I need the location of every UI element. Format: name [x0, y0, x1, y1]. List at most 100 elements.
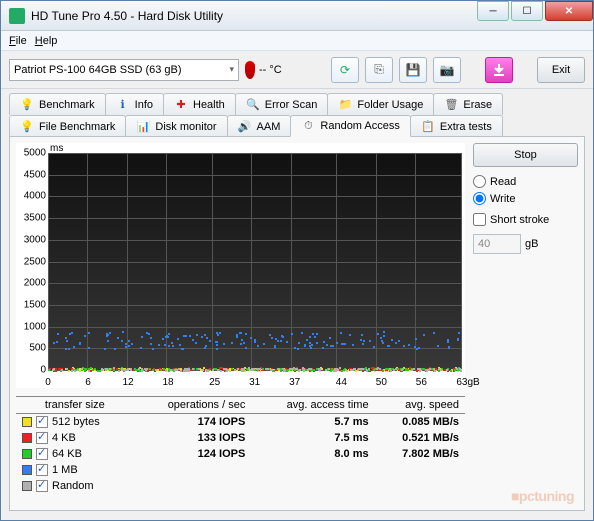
chart-xtick: 44 [336, 377, 347, 388]
screenshot-button[interactable]: 📷 [433, 57, 461, 83]
series-checkbox[interactable] [36, 480, 48, 492]
save-button[interactable]: 💾 [399, 57, 427, 83]
tab-aam[interactable]: 🔊 AAM [227, 115, 292, 137]
chart-xtick: 63gB [456, 377, 479, 388]
tab-disk-monitor[interactable]: 📊 Disk monitor [125, 115, 227, 137]
short-stroke-input[interactable] [473, 234, 521, 254]
drive-select[interactable]: Patriot PS-100 64GB SSD (63 gB) [9, 59, 239, 81]
tab-label: Error Scan [265, 99, 318, 111]
chart-ytick: 2000 [24, 278, 46, 289]
disk-monitor-icon: 📊 [136, 120, 150, 134]
tab-label: Benchmark [39, 99, 95, 111]
series-checkbox[interactable] [36, 432, 48, 444]
chart-ytick: 4500 [24, 169, 46, 180]
error-scan-icon: 🔍 [246, 98, 260, 112]
exit-button[interactable]: Exit [537, 57, 585, 83]
short-stroke-checkbox[interactable]: Short stroke [473, 213, 578, 226]
toolbar: Patriot PS-100 64GB SSD (63 gB) -- °C ⟳ … [1, 51, 593, 89]
results-row: Random [16, 478, 465, 494]
tab-label: Folder Usage [357, 99, 423, 111]
folder-usage-icon: 📁 [338, 98, 352, 112]
tab-random-access[interactable]: ⏱ Random Access [290, 115, 410, 137]
aam-icon: 🔊 [238, 120, 252, 134]
tab-info[interactable]: ℹ Info [105, 93, 164, 115]
tab-label: File Benchmark [39, 121, 115, 133]
tab-label: AAM [257, 121, 281, 133]
chart-ytick: 1000 [24, 321, 46, 332]
menu-file[interactable]: File [9, 35, 27, 47]
chart-xtick: 31 [249, 377, 260, 388]
chart-ytick: 500 [29, 343, 46, 354]
titlebar: HD Tune Pro 4.50 - Hard Disk Utility [1, 1, 593, 31]
series-checkbox[interactable] [36, 416, 48, 428]
tab-label: Health [193, 99, 225, 111]
results-table: transfer sizeoperations / secavg. access… [16, 396, 465, 494]
tab-erase[interactable]: 🗑 Erase [433, 93, 503, 115]
chart-xtick: 37 [289, 377, 300, 388]
results-header: operations / sec [134, 397, 252, 414]
tab-label: Random Access [320, 120, 399, 132]
results-header: avg. access time [251, 397, 374, 414]
tab-health[interactable]: ✚ Health [163, 93, 236, 115]
download-button[interactable] [485, 57, 513, 83]
chart-ytick: 3500 [24, 213, 46, 224]
tab-label: Info [135, 99, 153, 111]
tab-folder-usage[interactable]: 📁 Folder Usage [327, 93, 434, 115]
tab-label: Erase [463, 99, 492, 111]
tabs: 💡 Benchmark ℹ Info ✚ Health 🔍 Error Scan 📁 Folder… [1, 89, 593, 137]
health-icon: ✚ [174, 98, 188, 112]
chart-ytick: 5000 [24, 148, 46, 159]
chart-xtick: 18 [162, 377, 173, 388]
refresh-button[interactable]: ⟳ [331, 57, 359, 83]
chart-xtick: 0 [45, 377, 51, 388]
side-panel: Stop Read Write Short stroke gB [473, 143, 578, 504]
temperature-value: -- °C [259, 64, 282, 76]
app-window: HD Tune Pro 4.50 - Hard Disk Utility Fil… [0, 0, 594, 521]
info-icon: ℹ [116, 98, 130, 112]
window-title: HD Tune Pro 4.50 - Hard Disk Utility [31, 9, 475, 23]
series-checkbox[interactable] [36, 464, 48, 476]
series-checkbox[interactable] [36, 448, 48, 460]
chart-ytick: 2500 [24, 256, 46, 267]
read-radio[interactable]: Read [473, 175, 578, 188]
maximize-button[interactable] [511, 1, 543, 21]
copy-button[interactable]: ⎘ [365, 57, 393, 83]
tab-label: Extra tests [440, 121, 492, 133]
tab-extra-tests[interactable]: 📋 Extra tests [410, 115, 503, 137]
chart-xtick: 50 [376, 377, 387, 388]
results-header: avg. speed [375, 397, 465, 414]
close-button[interactable] [545, 1, 593, 21]
tab-content-random-access: ms 0500100015002000250030003500400045005… [9, 136, 585, 511]
results-row: 4 KB133 IOPS7.5 ms0.521 MB/s [16, 430, 465, 446]
access-time-chart: ms 0500100015002000250030003500400045005… [16, 143, 465, 388]
chart-plot-area [48, 153, 461, 370]
results-row: 64 KB124 IOPS8.0 ms7.802 MB/s [16, 446, 465, 462]
thermometer-icon [245, 61, 255, 79]
chart-ytick: 3000 [24, 234, 46, 245]
chart-xtick: 12 [122, 377, 133, 388]
short-stroke-unit: gB [525, 238, 538, 250]
extra-tests-icon: 📋 [421, 120, 435, 134]
random-access-icon: ⏱ [301, 119, 315, 133]
minimize-button[interactable] [477, 1, 509, 21]
drive-select-value: Patriot PS-100 64GB SSD (63 gB) [14, 64, 182, 76]
chart-ytick: 0 [40, 365, 46, 376]
file-benchmark-icon: 💡 [20, 120, 34, 134]
chart-ytick: 1500 [24, 299, 46, 310]
write-radio[interactable]: Write [473, 192, 578, 205]
benchmark-icon: 💡 [20, 98, 34, 112]
tab-error-scan[interactable]: 🔍 Error Scan [235, 93, 329, 115]
temperature-display: -- °C [245, 61, 282, 79]
tab-label: Disk monitor [155, 121, 216, 133]
short-stroke-size: gB [473, 234, 578, 254]
erase-icon: 🗑 [444, 98, 458, 112]
mode-radio-group: Read Write [473, 175, 578, 205]
stop-button[interactable]: Stop [473, 143, 578, 167]
app-icon [9, 8, 25, 24]
menubar: File Help [1, 31, 593, 51]
menu-help[interactable]: Help [35, 35, 58, 47]
tab-file-benchmark[interactable]: 💡 File Benchmark [9, 115, 126, 137]
results-row: 512 bytes174 IOPS5.7 ms0.085 MB/s [16, 414, 465, 431]
tab-benchmark[interactable]: 💡 Benchmark [9, 93, 106, 115]
chart-xtick: 6 [85, 377, 91, 388]
